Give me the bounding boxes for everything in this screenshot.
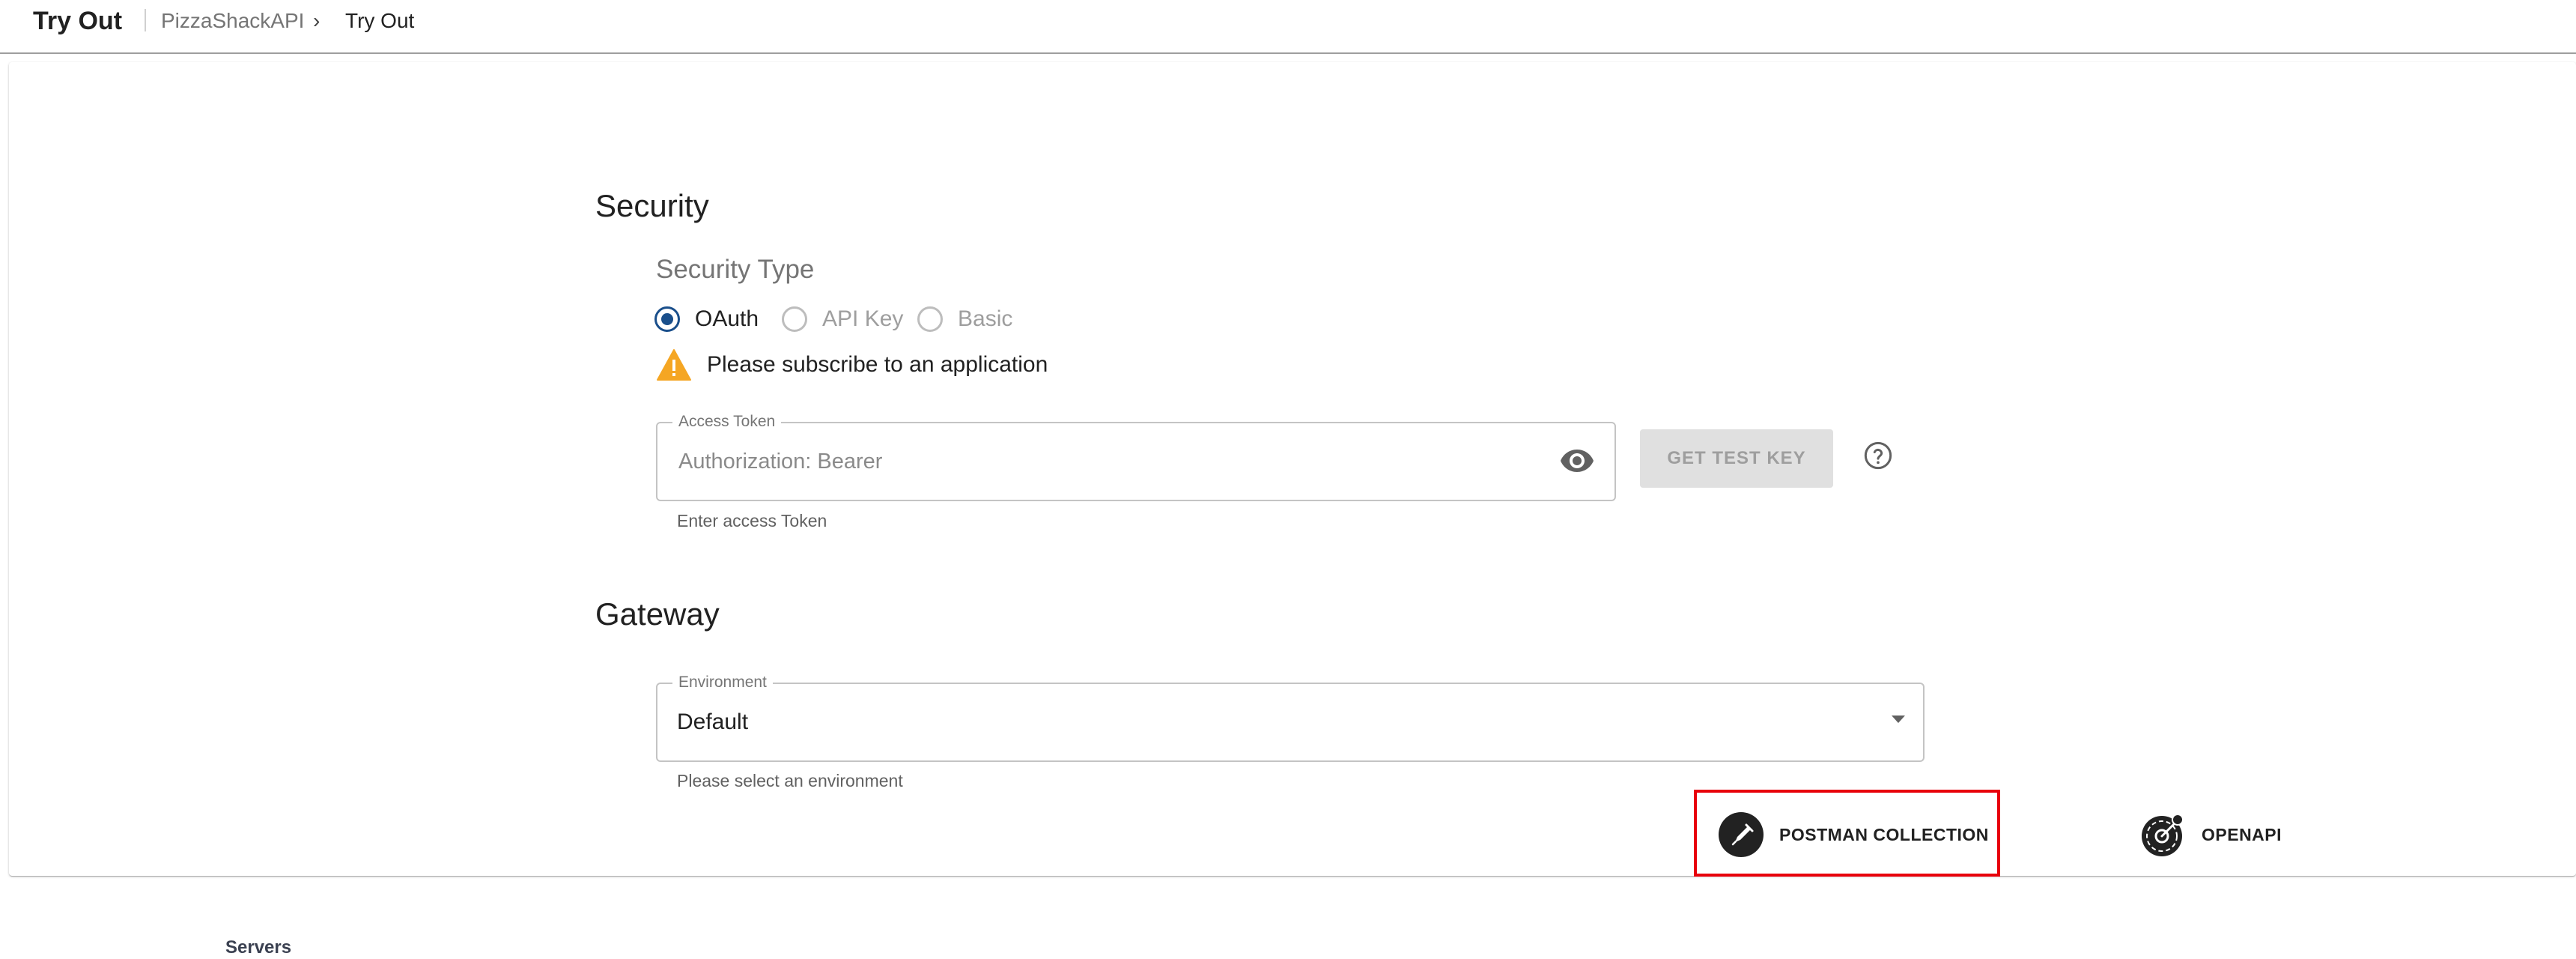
radio-basic[interactable]: Basic bbox=[917, 304, 1012, 334]
warning-icon bbox=[657, 349, 691, 381]
subscribe-warning: Please subscribe to an application bbox=[656, 348, 1048, 382]
openapi-icon bbox=[2142, 814, 2184, 856]
breadcrumb-current: Try Out bbox=[345, 9, 415, 32]
help-circle-icon[interactable] bbox=[1863, 441, 1893, 471]
radio-oauth-label: OAuth bbox=[695, 306, 759, 331]
openapi-button[interactable]: OPENAPI bbox=[2140, 811, 2282, 858]
radio-api-key[interactable]: API Key bbox=[782, 304, 903, 334]
postman-icon bbox=[1719, 812, 1764, 857]
radio-api-key-label: API Key bbox=[822, 306, 904, 331]
breadcrumb-api[interactable]: PizzaShackAPI bbox=[161, 7, 304, 34]
warning-text: Please subscribe to an application bbox=[707, 352, 1048, 377]
top-bar: Try Out PizzaShackAPI › Try Out bbox=[0, 0, 2576, 54]
get-test-key-button[interactable]: GET TEST KEY bbox=[1640, 429, 1833, 488]
environment-helper: Please select an environment bbox=[677, 771, 903, 790]
radio-basic-label: Basic bbox=[958, 306, 1013, 331]
security-type-heading: Security Type bbox=[656, 255, 815, 284]
gateway-heading: Gateway bbox=[595, 596, 720, 632]
access-token-input[interactable] bbox=[677, 423, 1501, 500]
radio-oauth[interactable]: OAuth bbox=[654, 304, 759, 334]
environment-value: Default bbox=[677, 710, 749, 734]
openapi-label: OPENAPI bbox=[2202, 824, 2282, 844]
chevron-down-icon[interactable] bbox=[1892, 716, 1905, 723]
postman-collection-button[interactable]: POSTMAN COLLECTION bbox=[1718, 811, 1989, 858]
radio-api-key-indicator[interactable] bbox=[782, 306, 807, 332]
access-token-field[interactable]: Access Token bbox=[656, 413, 1616, 501]
security-heading: Security bbox=[595, 188, 709, 223]
servers-label: Servers bbox=[225, 937, 292, 958]
visibility-eye-icon[interactable] bbox=[1559, 443, 1595, 479]
radio-oauth-indicator[interactable] bbox=[654, 306, 680, 332]
page-title: Try Out bbox=[33, 7, 123, 35]
environment-select[interactable]: Environment Default bbox=[656, 674, 1925, 762]
breadcrumb-separator: › bbox=[313, 9, 321, 32]
postman-collection-label: POSTMAN COLLECTION bbox=[1779, 824, 1989, 844]
radio-basic-indicator[interactable] bbox=[917, 306, 943, 332]
access-token-helper: Enter access Token bbox=[677, 511, 827, 530]
title-divider bbox=[145, 9, 146, 31]
